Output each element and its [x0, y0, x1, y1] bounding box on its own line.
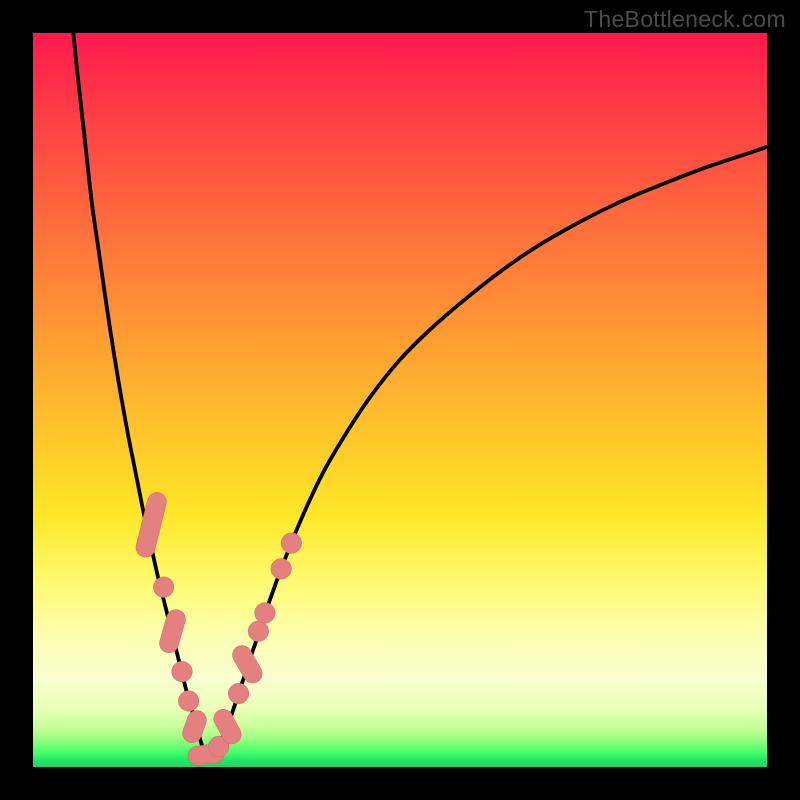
marker-dot	[178, 691, 199, 712]
marker-capsule	[229, 642, 266, 687]
marker-dot	[255, 603, 276, 624]
plot-area	[33, 33, 767, 767]
chart-stage: TheBottleneck.com	[0, 0, 800, 800]
marker-dot	[271, 559, 292, 580]
marker-group	[134, 490, 302, 766]
chart-svg	[33, 33, 767, 767]
series-left-curve	[73, 33, 205, 756]
marker-capsule	[157, 607, 187, 655]
watermark-text: TheBottleneck.com	[584, 6, 786, 33]
series-right-curve	[205, 147, 767, 757]
marker-capsule	[180, 708, 209, 746]
marker-dot	[281, 533, 302, 554]
marker-dot	[153, 577, 174, 598]
marker-capsule	[134, 490, 168, 559]
marker-dot	[228, 683, 249, 704]
marker-dot	[172, 661, 193, 682]
marker-dot	[248, 621, 269, 642]
